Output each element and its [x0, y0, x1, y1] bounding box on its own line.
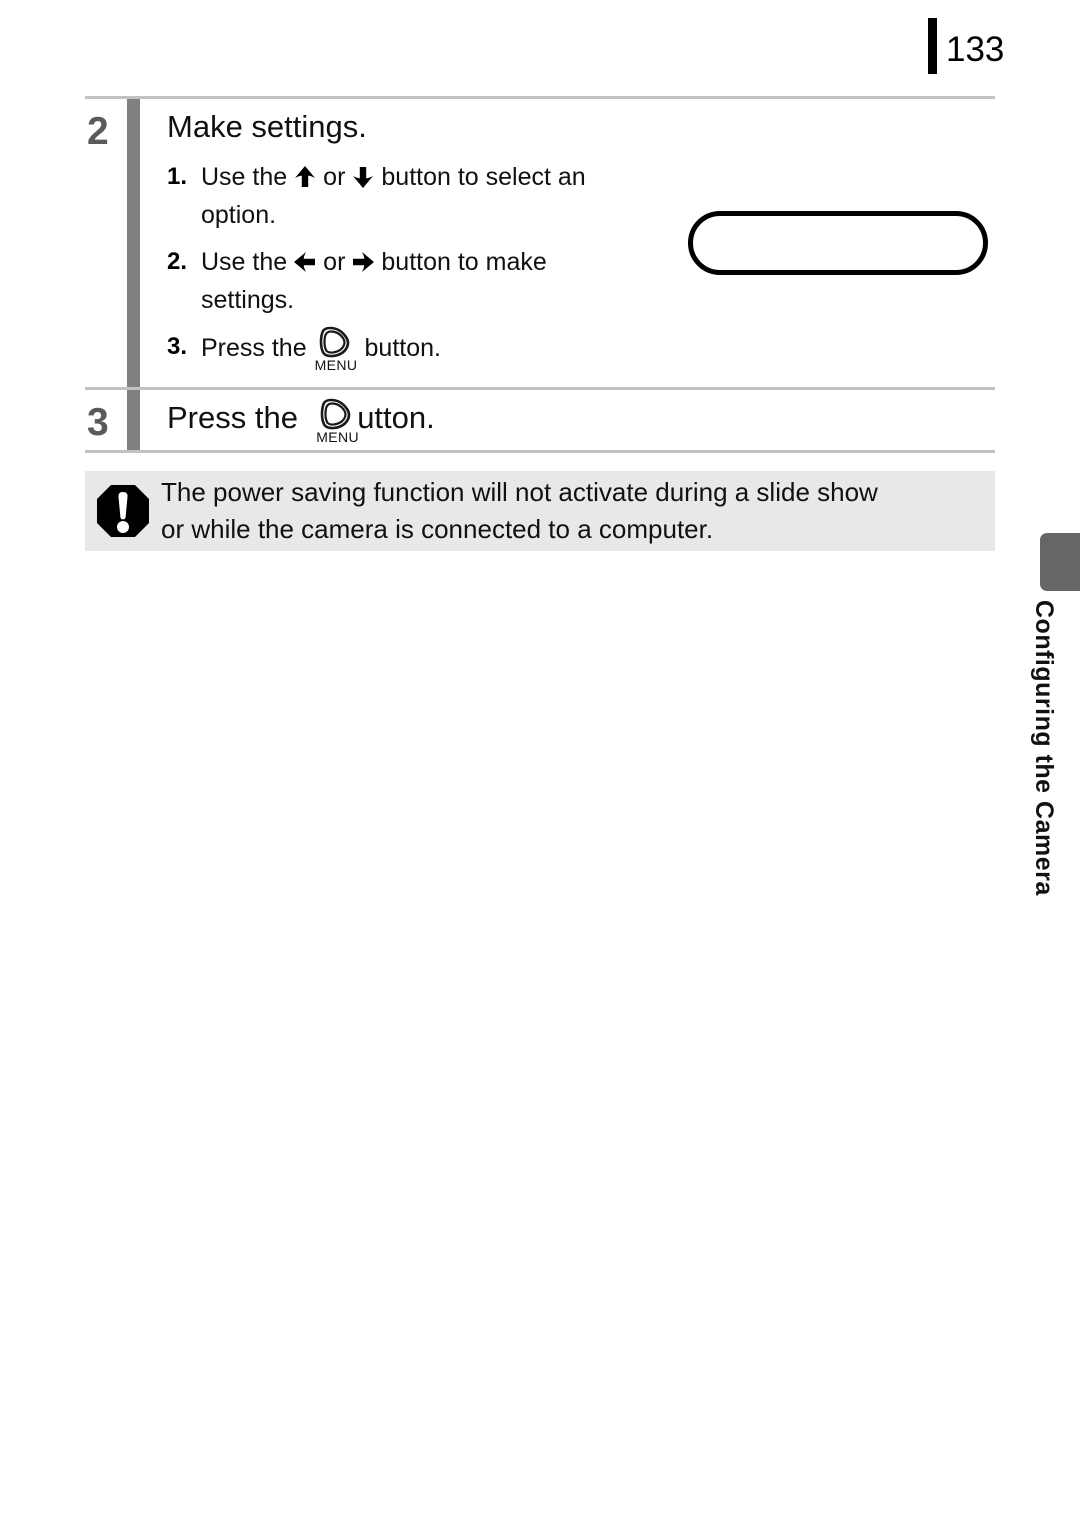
arrow-up-icon: [292, 164, 318, 190]
menu-button-icon: MENU: [315, 326, 357, 372]
step-3: 3 Press the MENU utton.: [85, 390, 995, 450]
substep-2-line-2: settings.: [201, 286, 295, 314]
substep-3-number: 3.: [167, 333, 188, 360]
step-2-title: Make settings.: [167, 109, 367, 144]
arrow-right-icon: [350, 249, 376, 275]
screen-illustration: [688, 211, 988, 275]
substep-1-text-mid: or: [323, 163, 346, 191]
substep-2-text-pre: Use the: [201, 248, 288, 276]
caution-exclamation-icon: [85, 481, 161, 541]
folio-rule: [928, 18, 937, 74]
substep-3-text-pre: Press the: [201, 334, 307, 362]
arrow-left-icon: [292, 249, 318, 275]
substep-1-text-pre: Use the: [201, 163, 288, 191]
caution-note-box: The power saving function will not activ…: [85, 471, 995, 551]
step-3-number: 3: [87, 401, 109, 444]
arrow-down-icon: [350, 164, 376, 190]
substep-2-text-post: button to make: [381, 248, 547, 276]
substep-3-text-post: button.: [364, 334, 441, 362]
substep-3-line-1: Press the MENU button.: [201, 326, 995, 372]
step-2-accent-bar: [127, 99, 140, 387]
menu-button-label: MENU: [316, 429, 360, 445]
chapter-thumb-tab-label: Configuring the Camera: [1030, 600, 1058, 896]
step-2-number: 2: [87, 110, 109, 153]
substep-1-number: 1.: [167, 163, 188, 190]
substep-1-line-1: Use the or button to select an: [201, 158, 995, 196]
caution-note-line-1: The power saving function will not activ…: [161, 477, 878, 507]
page-number: 133: [946, 30, 1005, 69]
substep-2-text-mid: or: [323, 248, 346, 276]
chapter-thumb-tab: [1040, 533, 1080, 591]
page-header: 133: [0, 18, 1080, 78]
step-3-accent-bar: [127, 390, 140, 450]
step-3-title: Press the MENU utton.: [167, 396, 995, 444]
step-3-title-pre: Press the: [167, 400, 298, 435]
substep-1-text-post: button to select an: [381, 163, 586, 191]
menu-button-icon: MENU: [316, 398, 359, 444]
substep-2-number: 2.: [167, 248, 188, 275]
caution-note-text: The power saving function will not activ…: [161, 474, 995, 548]
step-3-title-post: utton.: [357, 400, 435, 435]
rule-bottom: [85, 450, 995, 453]
caution-note-line-2: or while the camera is connected to a co…: [161, 514, 714, 544]
substep-3: 3. Press the MENU button.: [167, 326, 995, 372]
menu-button-label: MENU: [314, 357, 358, 373]
